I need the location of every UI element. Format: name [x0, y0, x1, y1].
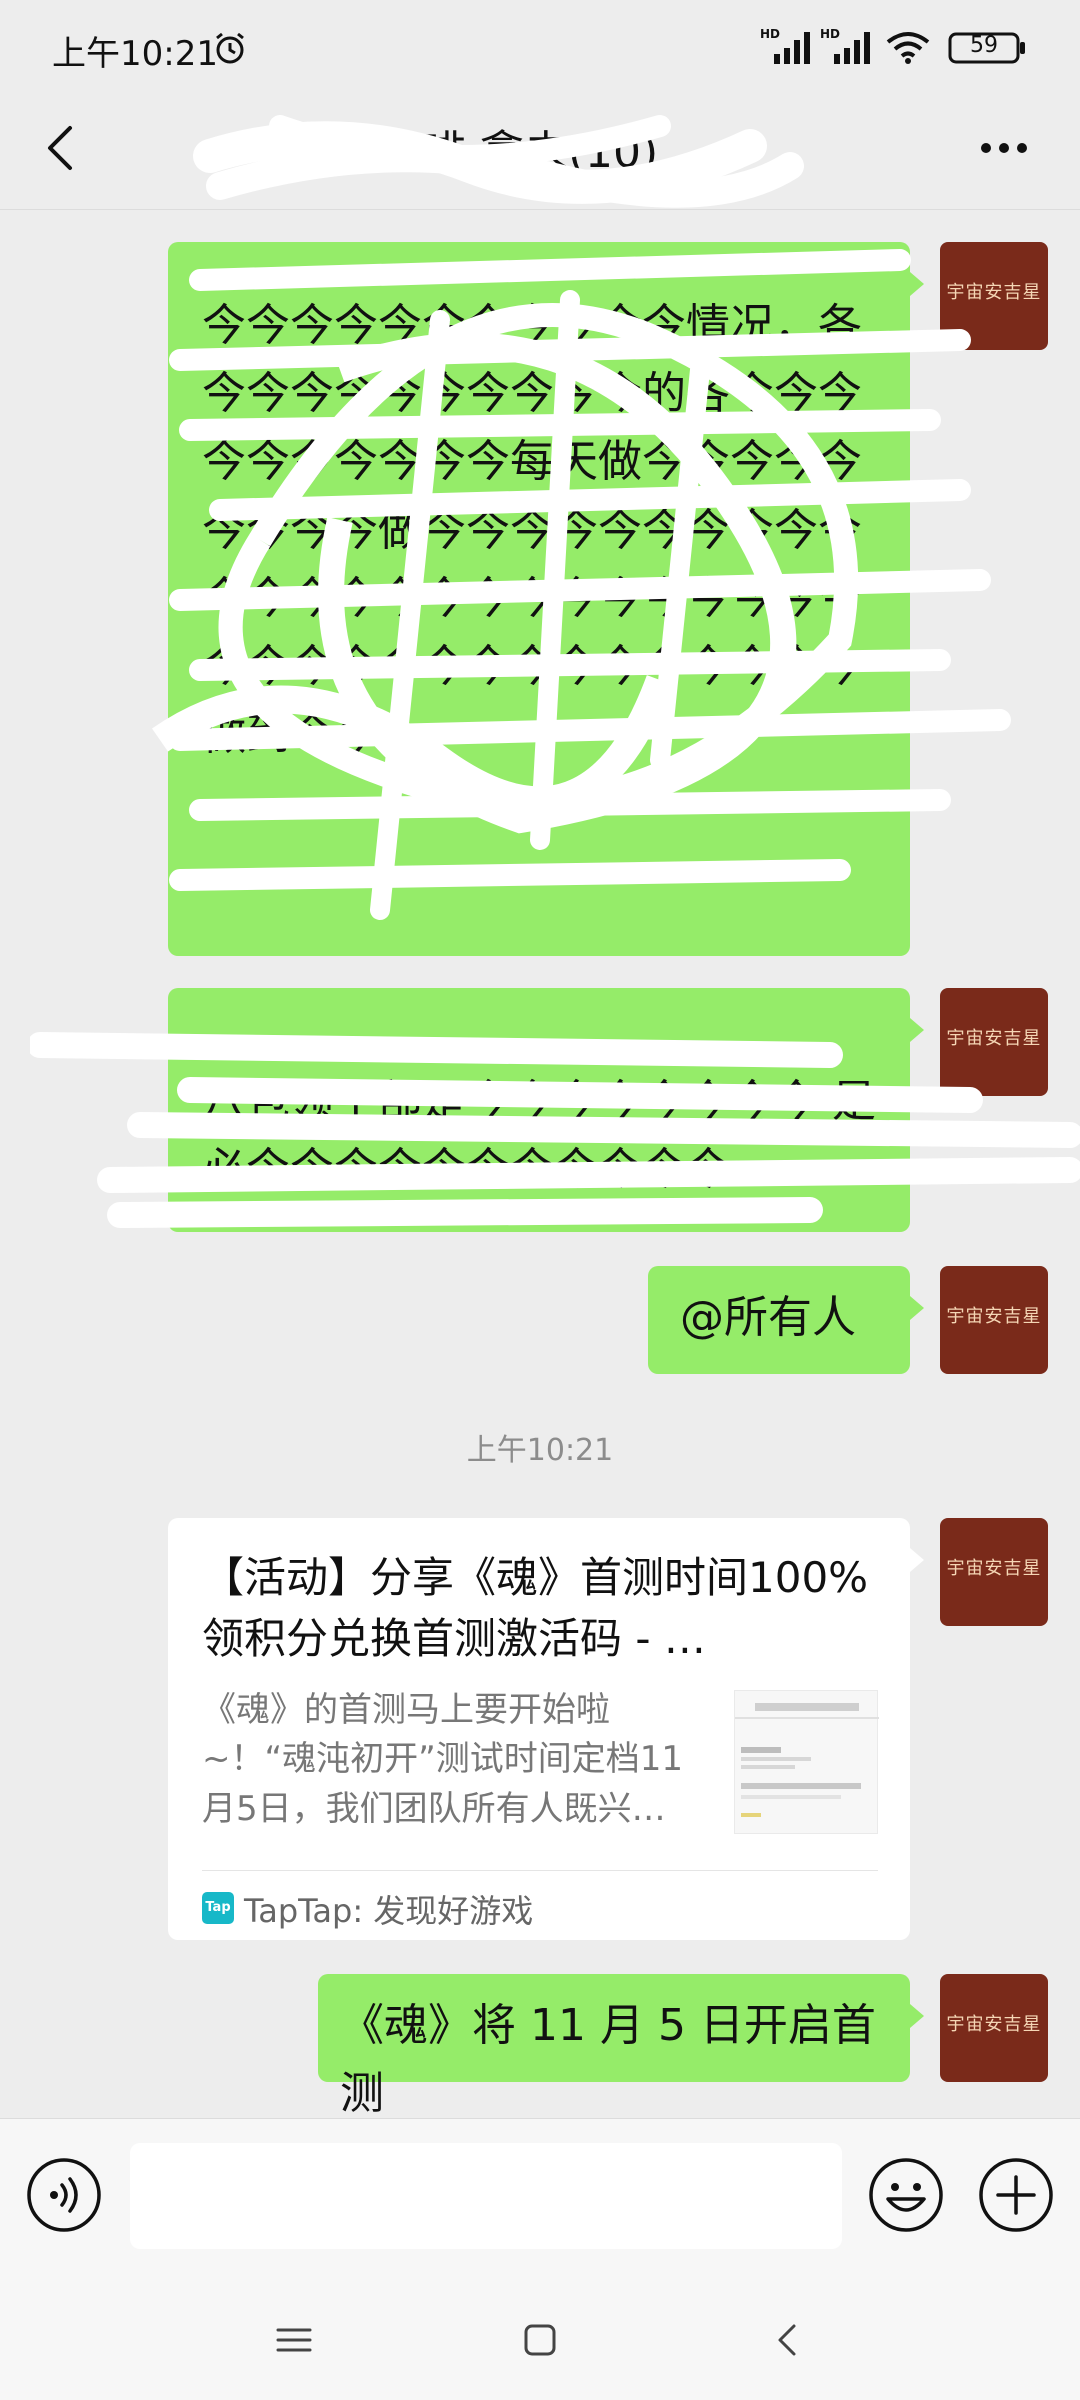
network-type-2: HD — [820, 28, 840, 41]
message-text: 《魂》将 11 月 5 日开启首测 — [340, 2000, 876, 2120]
chat-title: 啡 拿未(10) — [421, 127, 659, 178]
message-bubble[interactable]: 八包领干部是今今今今今今今今 是必今今今今今今今今今今今 — [168, 988, 910, 1232]
link-card-thumbnail — [734, 1690, 879, 1834]
message-bubble[interactable]: 今今今今今今今今今今今情况，各今今今今今今今今今今的各今今今今今今今今今今每天做… — [168, 242, 910, 956]
link-card-divider — [202, 1870, 878, 1871]
wifi-icon — [886, 32, 930, 64]
emoji-icon[interactable] — [868, 2157, 944, 2233]
message-bubble[interactable]: @所有人 — [648, 1266, 910, 1374]
menu-icon[interactable] — [272, 2320, 316, 2360]
avatar-label: 宇宙安吉星 — [946, 282, 1042, 303]
bubble-tail — [910, 1548, 924, 1572]
more-options-icon[interactable] — [966, 116, 1042, 180]
message-input-field[interactable] — [130, 2143, 842, 2249]
status-bar: 上午10:21 HD HD 59 — [0, 0, 1080, 92]
bubble-tail — [910, 2004, 924, 2028]
link-card[interactable]: 【活动】分享《魂》首测时间100%领积分兑换首测激活码 - … 《魂》的首测马上… — [168, 1518, 910, 1940]
avatar-label: 宇宙安吉星 — [946, 1306, 1042, 1327]
avatar[interactable]: 宇宙安吉星 — [940, 1974, 1048, 2082]
avatar[interactable]: 宇宙安吉星 — [940, 242, 1048, 350]
back-arrow-icon[interactable] — [30, 116, 94, 180]
message-text: 今今今今今今今今今今今情况，各今今今今今今今今今今的各今今今今今今今今今今每天做… — [202, 300, 862, 761]
avatar-label: 宇宙安吉星 — [946, 1558, 1042, 1579]
link-card-title: 【活动】分享《魂》首测时间100%领积分兑换首测激活码 - … — [202, 1553, 869, 1663]
signal-icon-1: HD — [760, 27, 816, 68]
signal-icon-2: HD — [820, 27, 876, 68]
message-text: 八包领干部是今今今今今今今今 是必今今今今今今今今今今今 — [202, 1076, 876, 1196]
taptap-icon: Tap — [202, 1892, 234, 1924]
status-time: 上午10:21 — [52, 34, 218, 74]
bubble-tail — [910, 1018, 924, 1042]
chat-header: 啡 拿未(10) — [0, 92, 1080, 210]
voice-input-icon[interactable] — [26, 2157, 102, 2233]
bubble-tail — [910, 272, 924, 296]
link-card-source: TapTap: 发现好游戏 — [244, 1892, 534, 1930]
avatar[interactable]: 宇宙安吉星 — [940, 1518, 1048, 1626]
plus-icon[interactable] — [978, 2157, 1054, 2233]
alarm-icon — [216, 32, 244, 64]
home-icon[interactable] — [518, 2318, 562, 2362]
avatar[interactable]: 宇宙安吉星 — [940, 988, 1048, 1096]
avatar[interactable]: 宇宙安吉星 — [940, 1266, 1048, 1374]
avatar-label: 宇宙安吉星 — [946, 2014, 1042, 2035]
link-card-description: 《魂》的首测马上要开始啦~！“魂沌初开”测试时间定档11月5日，我们团队所有人既… — [202, 1690, 683, 1829]
nav-back-icon[interactable] — [766, 2318, 810, 2362]
message-input-bar — [0, 2118, 1080, 2278]
message-timestamp: 上午10:21 — [466, 1433, 614, 1468]
bubble-tail — [910, 1296, 924, 1320]
avatar-label: 宇宙安吉星 — [946, 1028, 1042, 1049]
battery-level: 59 — [970, 33, 998, 58]
system-nav-bar — [0, 2278, 1080, 2400]
network-type-1: HD — [760, 28, 780, 41]
message-text: @所有人 — [680, 1292, 856, 1343]
message-bubble[interactable]: 《魂》将 11 月 5 日开启首测 — [318, 1974, 910, 2119]
